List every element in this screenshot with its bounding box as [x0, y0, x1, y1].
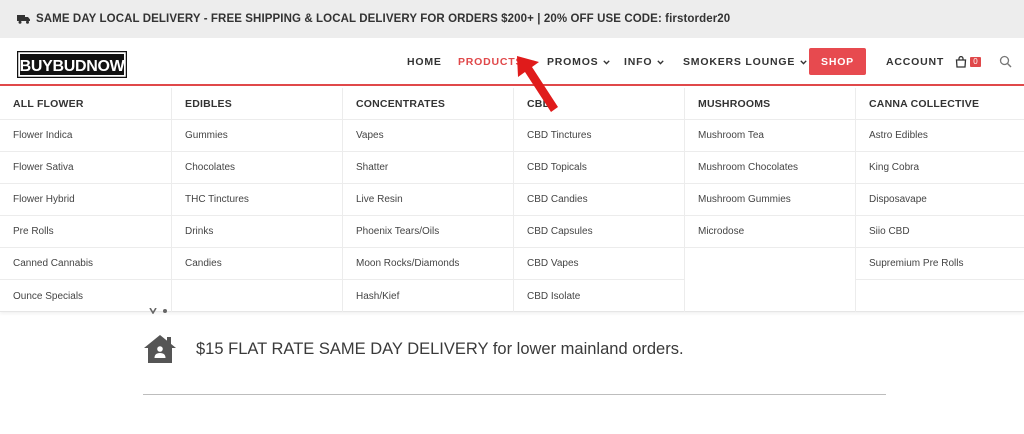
- delivery-text: $15 FLAT RATE SAME DAY DELIVERY for lowe…: [196, 339, 684, 358]
- annotation-arrow-icon: [517, 56, 558, 112]
- menu-column-all-flower: ALL FLOWER Flower Indica Flower Sativa F…: [0, 88, 172, 312]
- menu-heading[interactable]: CANNA COLLECTIVE: [856, 88, 1024, 120]
- menu-item[interactable]: Hash/Kief: [343, 280, 513, 312]
- buybudnow-logo[interactable]: BUYBUDNOW: [17, 51, 127, 78]
- menu-heading[interactable]: CONCENTRATES: [343, 88, 513, 120]
- menu-item[interactable]: Drinks: [172, 216, 342, 248]
- announcement-bar: SAME DAY LOCAL DELIVERY - FREE SHIPPING …: [0, 0, 1024, 38]
- cart-button[interactable]: 0: [955, 55, 985, 69]
- menu-item[interactable]: Flower Indica: [0, 120, 171, 152]
- menu-item[interactable]: Flower Sativa: [0, 152, 171, 184]
- menu-item[interactable]: Gummies: [172, 120, 342, 152]
- menu-item[interactable]: Moon Rocks/Diamonds: [343, 248, 513, 280]
- menu-column-cbd: CBD CBD Tinctures CBD Topicals CBD Candi…: [514, 88, 685, 312]
- nav-smokers-lounge-label: SMOKERS LOUNGE: [683, 56, 796, 68]
- menu-item[interactable]: Live Resin: [343, 184, 513, 216]
- menu-item[interactable]: Astro Edibles: [856, 120, 1024, 152]
- nav-info-label: INFO: [624, 56, 653, 68]
- menu-item[interactable]: Mushroom Chocolates: [685, 152, 855, 184]
- announcement-text: SAME DAY LOCAL DELIVERY - FREE SHIPPING …: [36, 13, 731, 25]
- chevron-down-icon: [657, 59, 664, 65]
- nav-home-label: HOME: [407, 56, 442, 68]
- menu-column-edibles: EDIBLES Gummies Chocolates THC Tinctures…: [172, 88, 343, 312]
- menu-item[interactable]: Shatter: [343, 152, 513, 184]
- nav-home[interactable]: HOME: [407, 38, 442, 86]
- shopping-bag-icon: [955, 56, 967, 68]
- menu-item[interactable]: CBD Topicals: [514, 152, 684, 184]
- truck-icon: [17, 14, 31, 24]
- menu-item[interactable]: Ounce Specials: [0, 280, 171, 312]
- partial-icon: [149, 308, 167, 314]
- menu-item[interactable]: Supremium Pre Rolls: [856, 248, 1024, 280]
- menu-item[interactable]: King Cobra: [856, 152, 1024, 184]
- menu-item[interactable]: Canned Cannabis: [0, 248, 171, 280]
- divider: [143, 394, 886, 395]
- menu-column-canna-collective: CANNA COLLECTIVE Astro Edibles King Cobr…: [856, 88, 1024, 312]
- menu-item[interactable]: Mushroom Tea: [685, 120, 855, 152]
- cart-count-badge: 0: [970, 57, 981, 67]
- logo-text: BUYBUDNOW: [20, 58, 126, 75]
- menu-column-mushrooms: MUSHROOMS Mushroom Tea Mushroom Chocolat…: [685, 88, 856, 312]
- shop-button-label: SHOP: [821, 55, 854, 68]
- menu-heading[interactable]: ALL FLOWER: [0, 88, 171, 120]
- menu-heading[interactable]: EDIBLES: [172, 88, 342, 120]
- nav-account-label: ACCOUNT: [886, 56, 945, 68]
- menu-item[interactable]: Mushroom Gummies: [685, 184, 855, 216]
- menu-item[interactable]: Vapes: [343, 120, 513, 152]
- menu-item[interactable]: Siio CBD: [856, 216, 1024, 248]
- menu-item[interactable]: CBD Tinctures: [514, 120, 684, 152]
- menu-heading[interactable]: MUSHROOMS: [685, 88, 855, 120]
- chevron-down-icon: [603, 59, 611, 65]
- products-mega-menu: ALL FLOWER Flower Indica Flower Sativa F…: [0, 88, 1024, 312]
- menu-item[interactable]: Microdose: [685, 216, 855, 248]
- menu-item[interactable]: Flower Hybrid: [0, 184, 171, 216]
- site-header: BUYBUDNOW HOME PRODUCTS PROMOS INFO SMOK…: [0, 38, 1024, 86]
- nav-smokers-lounge[interactable]: SMOKERS LOUNGE: [683, 38, 807, 86]
- shop-button[interactable]: SHOP: [809, 48, 866, 75]
- house-icon: [144, 335, 176, 363]
- menu-item[interactable]: THC Tinctures: [172, 184, 342, 216]
- delivery-info: $15 FLAT RATE SAME DAY DELIVERY for lowe…: [143, 333, 684, 365]
- menu-item[interactable]: CBD Vapes: [514, 248, 684, 280]
- nav-info[interactable]: INFO: [624, 38, 664, 86]
- search-icon[interactable]: [999, 55, 1013, 69]
- menu-item[interactable]: Pre Rolls: [0, 216, 171, 248]
- menu-item[interactable]: CBD Capsules: [514, 216, 684, 248]
- menu-item[interactable]: Candies: [172, 248, 342, 280]
- menu-item[interactable]: CBD Isolate: [514, 280, 684, 312]
- menu-item[interactable]: CBD Candies: [514, 184, 684, 216]
- menu-item[interactable]: Phoenix Tears/Oils: [343, 216, 513, 248]
- nav-account[interactable]: ACCOUNT: [886, 38, 944, 86]
- chevron-down-icon: [800, 59, 807, 65]
- menu-item[interactable]: Disposavape: [856, 184, 1024, 216]
- menu-item[interactable]: Chocolates: [172, 152, 342, 184]
- menu-column-concentrates: CONCENTRATES Vapes Shatter Live Resin Ph…: [343, 88, 514, 312]
